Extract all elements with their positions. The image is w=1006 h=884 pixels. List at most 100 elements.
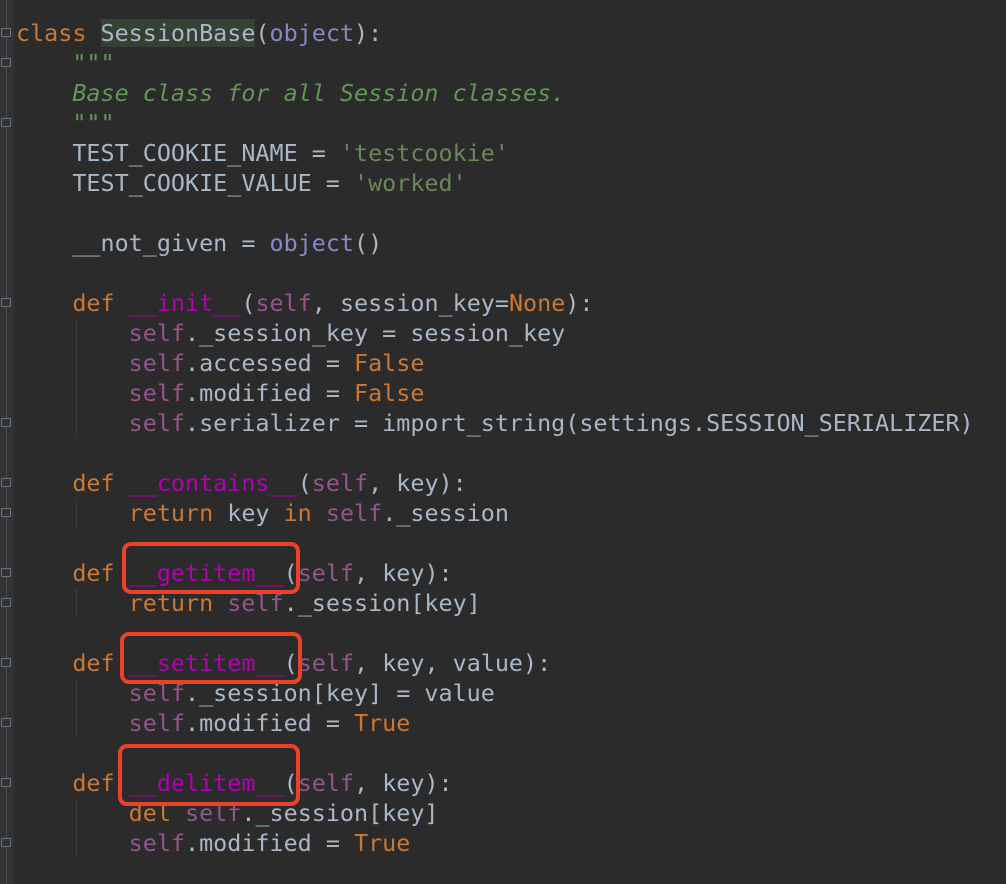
code-token: __contains__ bbox=[128, 469, 298, 497]
gutter-line bbox=[6, 0, 7, 884]
code-line[interactable]: return key in self._session bbox=[16, 498, 974, 528]
code-token: self bbox=[128, 349, 186, 377]
code-token: .modified = bbox=[185, 829, 355, 857]
code-line[interactable] bbox=[16, 258, 974, 288]
fold-marker-icon[interactable] bbox=[1, 28, 11, 37]
fold-marker-icon[interactable] bbox=[1, 658, 11, 667]
code-token: 'testcookie' bbox=[339, 139, 509, 167]
code-token: def bbox=[72, 649, 115, 677]
code-line[interactable]: def __init__(self, session_key=None): bbox=[16, 288, 974, 318]
code-token: __not_given = bbox=[16, 229, 270, 257]
code-token: True bbox=[354, 829, 411, 857]
code-line[interactable]: """ bbox=[16, 108, 974, 138]
code-token: False bbox=[354, 349, 425, 377]
code-line[interactable]: self._session_key = session_key bbox=[16, 318, 974, 348]
code-token: .accessed = bbox=[185, 349, 355, 377]
code-line[interactable]: self.serializer = import_string(settings… bbox=[16, 408, 974, 438]
code-token: __init__ bbox=[128, 289, 242, 317]
code-token: self bbox=[297, 559, 355, 587]
code-token: False bbox=[354, 379, 425, 407]
code-token: """ bbox=[72, 109, 115, 137]
fold-marker-icon[interactable] bbox=[1, 58, 11, 67]
code-token: () bbox=[353, 229, 383, 257]
code-token: ._session[key] bbox=[283, 589, 481, 617]
code-token: 'worked' bbox=[353, 169, 467, 197]
code-token: ( bbox=[241, 289, 256, 317]
code-token: def bbox=[72, 559, 115, 587]
code-token: return bbox=[128, 499, 214, 527]
code-token: self bbox=[297, 649, 355, 677]
code-line[interactable]: Base class for all Session classes. bbox=[16, 78, 974, 108]
code-token: , session_key= bbox=[311, 289, 509, 317]
fold-marker-icon[interactable] bbox=[1, 838, 11, 847]
code-token: self bbox=[128, 829, 186, 857]
code-token: ): bbox=[354, 19, 383, 47]
code-token: class bbox=[16, 19, 87, 47]
fold-marker-icon[interactable] bbox=[1, 568, 11, 577]
fold-marker-icon[interactable] bbox=[1, 778, 11, 787]
setitem-annotation-box bbox=[120, 632, 302, 684]
code-line[interactable]: self.accessed = False bbox=[16, 348, 974, 378]
code-token: def bbox=[72, 469, 115, 497]
code-token: self bbox=[297, 769, 355, 797]
editor-gutter bbox=[0, 0, 14, 884]
code-line[interactable]: """ bbox=[16, 48, 974, 78]
code-token: self bbox=[325, 499, 383, 527]
code-token: self bbox=[255, 289, 312, 317]
code-token: TEST_COOKIE_VALUE = bbox=[16, 169, 354, 197]
code-line[interactable] bbox=[16, 198, 974, 228]
code-line[interactable] bbox=[16, 438, 974, 468]
code-token: ): bbox=[565, 289, 594, 317]
code-token: , key): bbox=[368, 469, 467, 497]
code-token: TEST_COOKIE_NAME = bbox=[16, 139, 340, 167]
fold-marker-icon[interactable] bbox=[1, 508, 11, 517]
code-line[interactable]: __not_given = object() bbox=[16, 228, 974, 258]
code-token: .serializer = import_string(settings.SES… bbox=[185, 409, 974, 437]
code-token: , key, value): bbox=[354, 649, 552, 677]
code-area[interactable]: class SessionBase(object): """ Base clas… bbox=[16, 18, 974, 858]
code-line[interactable]: def __contains__(self, key): bbox=[16, 468, 974, 498]
code-line[interactable]: self.modified = False bbox=[16, 378, 974, 408]
code-token: ( bbox=[255, 19, 270, 47]
fold-marker-icon[interactable] bbox=[1, 298, 11, 307]
code-token: , key): bbox=[354, 769, 453, 797]
code-token: .modified = bbox=[185, 379, 355, 407]
code-token: self bbox=[311, 469, 369, 497]
fold-marker-icon[interactable] bbox=[1, 418, 11, 427]
code-token: SessionBase bbox=[100, 19, 256, 47]
fold-marker-icon[interactable] bbox=[1, 598, 11, 607]
fold-marker-icon[interactable] bbox=[1, 118, 11, 127]
code-line[interactable]: class SessionBase(object): bbox=[16, 18, 974, 48]
code-line[interactable]: self.modified = True bbox=[16, 708, 974, 738]
fold-marker-icon[interactable] bbox=[1, 478, 11, 487]
code-token: ._session_key = session_key bbox=[185, 319, 566, 347]
delitem-annotation-box bbox=[118, 744, 300, 806]
code-token: True bbox=[354, 709, 411, 737]
code-token: None bbox=[508, 289, 566, 317]
getitem-annotation-box bbox=[122, 542, 300, 594]
fold-marker-icon[interactable] bbox=[1, 718, 11, 727]
code-token: object bbox=[269, 229, 354, 257]
code-line[interactable]: TEST_COOKIE_VALUE = 'worked' bbox=[16, 168, 974, 198]
code-line[interactable]: self.modified = True bbox=[16, 828, 974, 858]
code-token: , key): bbox=[354, 559, 453, 587]
code-token: object bbox=[269, 19, 355, 47]
code-editor[interactable]: class SessionBase(object): """ Base clas… bbox=[0, 0, 1006, 884]
code-line[interactable]: TEST_COOKIE_NAME = 'testcookie' bbox=[16, 138, 974, 168]
code-token: .modified = bbox=[185, 709, 355, 737]
